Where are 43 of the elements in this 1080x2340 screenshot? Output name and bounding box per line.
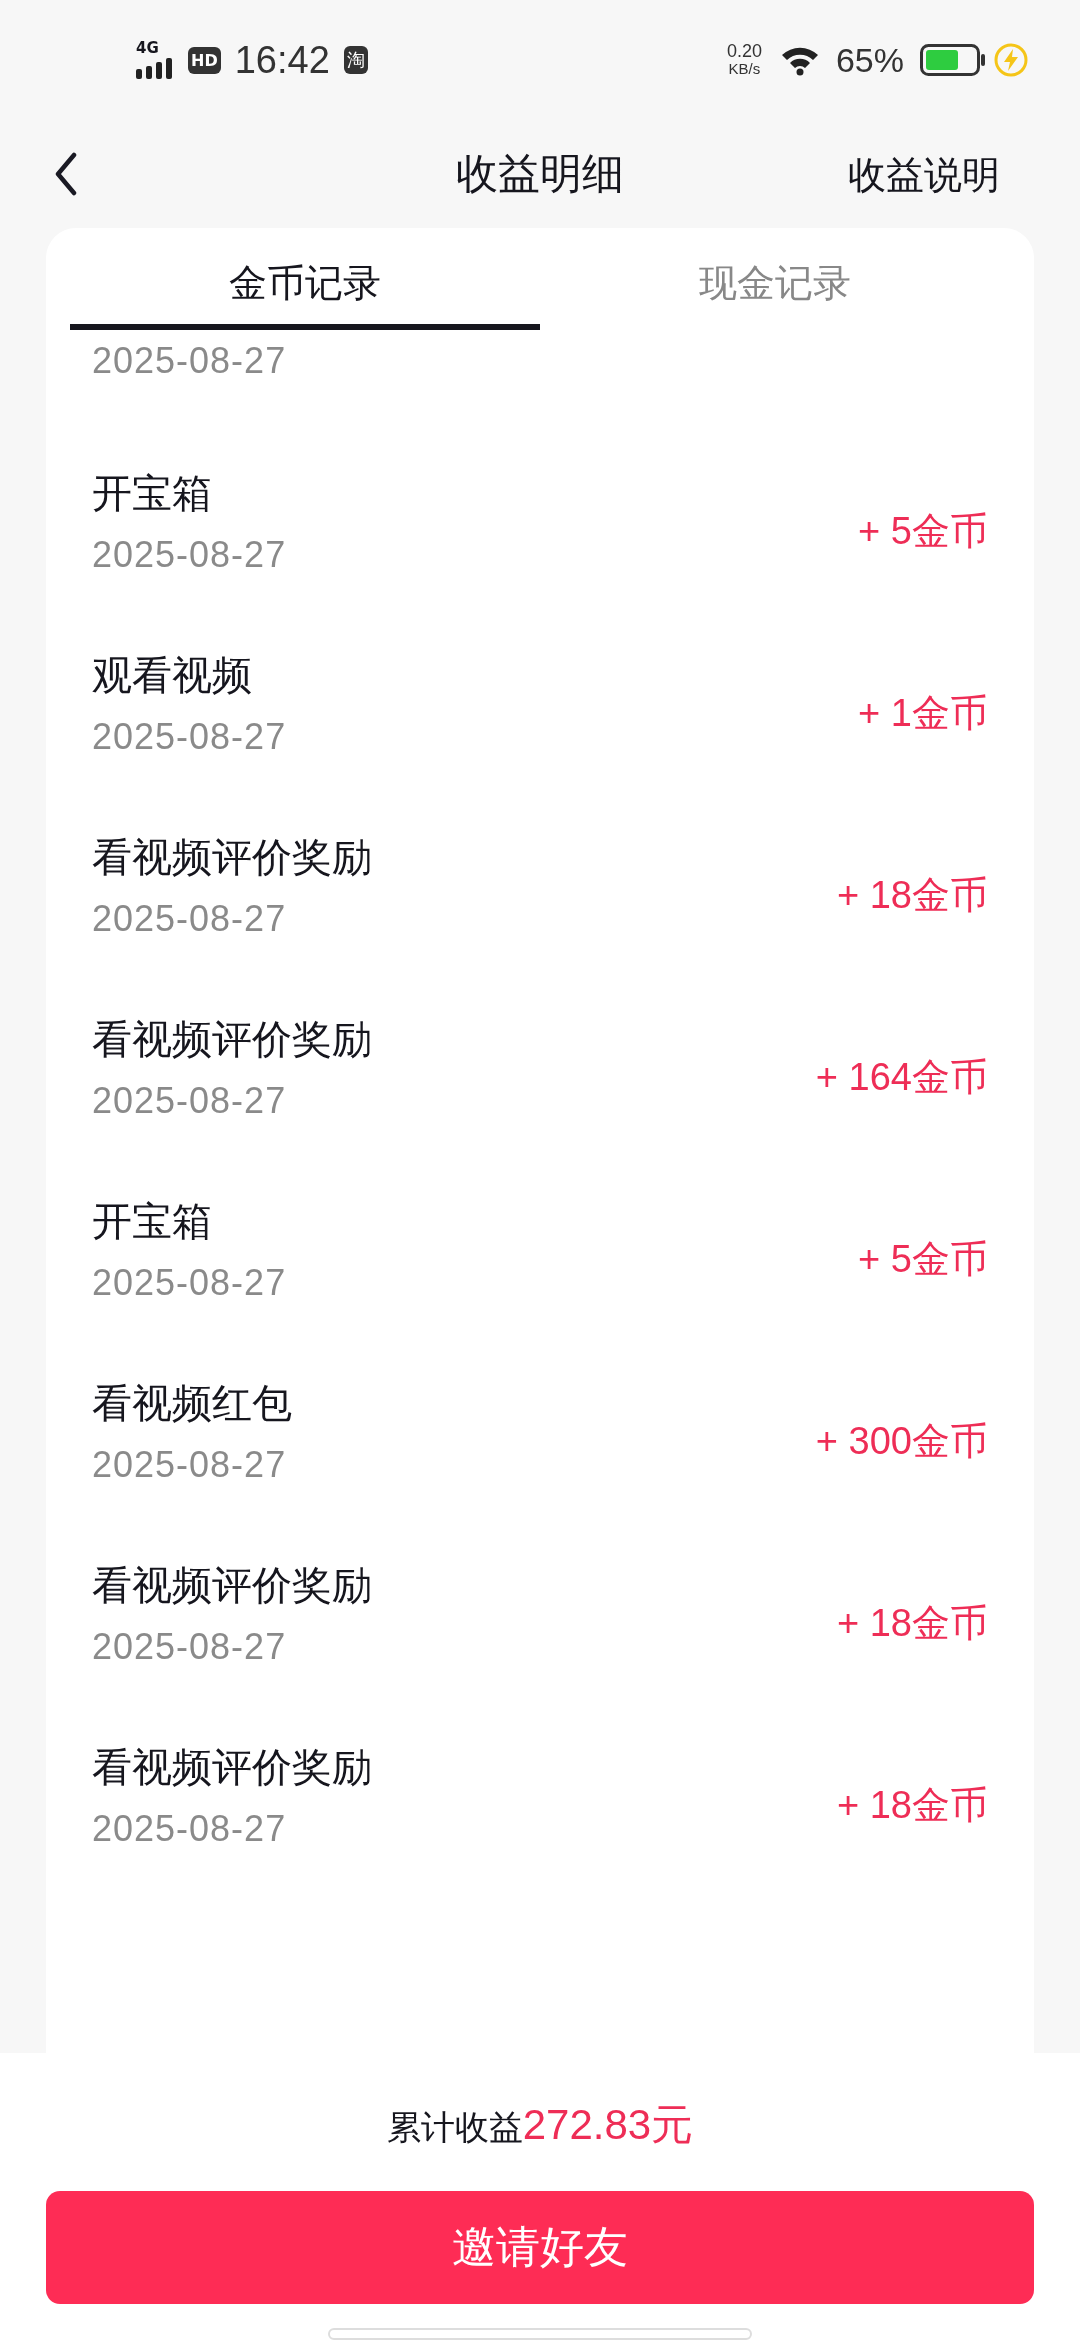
total-value: 272.83元 xyxy=(522,2100,694,2150)
total-label: 累计收益 xyxy=(386,2106,523,2149)
battery-icon xyxy=(920,44,986,76)
network-speed: 0.20 xyxy=(726,42,762,60)
record-name: 看视频评价奖励 xyxy=(92,1743,372,1792)
tab[interactable]: 金币记录 xyxy=(70,228,540,330)
hd-badge: HD xyxy=(188,46,221,74)
record-amount: + 1金币 xyxy=(858,690,988,736)
record-date: 2025-08-27 xyxy=(92,1443,288,1487)
record-amount: + 164金币 xyxy=(815,1054,988,1100)
invite-friends-button[interactable]: 邀请好友 xyxy=(46,2191,1034,2305)
record-amount: + 18金币 xyxy=(836,1782,988,1828)
record-name: 看视频红包 xyxy=(92,1379,292,1428)
record-date: 2025-08-27 xyxy=(92,1625,288,1669)
record-amount: + 5金币 xyxy=(858,1236,988,1282)
record-date: 2025-08-27 xyxy=(92,1079,288,1123)
app-notification-badge: 淘 xyxy=(343,46,368,74)
record-amount: + 5金币 xyxy=(858,508,988,554)
network-type: 4G xyxy=(136,41,159,56)
record-date: 2025-08-27 xyxy=(92,1807,288,1851)
record-name: 看视频评价奖励 xyxy=(92,833,372,882)
record-amount: + 300金币 xyxy=(815,1418,988,1464)
charging-bolt-icon xyxy=(994,43,1028,77)
speed-unit: KB/s xyxy=(728,60,761,78)
page-title: 收益明细 xyxy=(456,148,624,200)
battery-percent: 65% xyxy=(835,40,904,80)
tab[interactable]: 现金记录 xyxy=(540,228,1010,330)
earnings-info-link[interactable]: 收益说明 xyxy=(848,150,1000,201)
record-name: 开宝箱 xyxy=(92,469,213,518)
record-name: 看视频评价奖励 xyxy=(92,1561,372,1610)
record-amount: + 18金币 xyxy=(836,1600,988,1646)
record-date: 2025-08-27 xyxy=(92,715,287,759)
record-amount: + 18金币 xyxy=(836,872,988,918)
record-name: 看视频评价奖励 xyxy=(92,1015,372,1064)
record-date: 2025-08-27 xyxy=(92,1261,287,1305)
back-icon[interactable] xyxy=(54,152,78,196)
record-name: 开宝箱 xyxy=(92,1197,213,1246)
record-date: 2025-08-27 xyxy=(92,533,287,577)
record-date: 2025-08-27 xyxy=(92,340,287,381)
clock-time: 16:42 xyxy=(234,38,330,82)
signal-icon xyxy=(136,57,174,79)
record-name: 观看视频 xyxy=(92,651,253,700)
record-date: 2025-08-27 xyxy=(92,897,288,941)
